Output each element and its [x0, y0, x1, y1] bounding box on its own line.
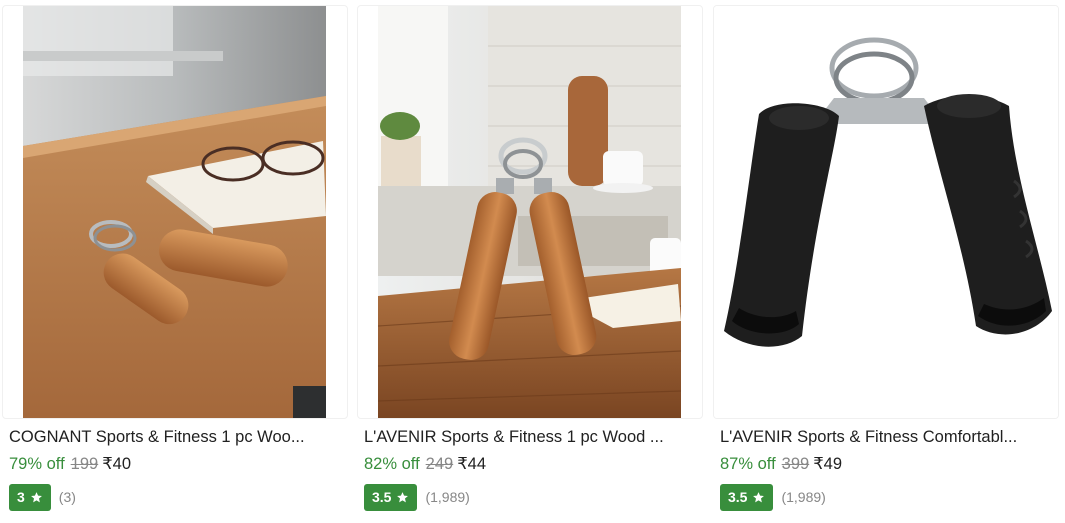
- selling-price: ₹44: [457, 455, 487, 473]
- wooden-hand-gripper-standing-photo[interactable]: [378, 6, 681, 418]
- product-image-frame[interactable]: [357, 5, 703, 419]
- rating-count: (3): [58, 489, 76, 505]
- original-price: 399: [781, 455, 810, 473]
- discount-percent: 79% off: [9, 455, 65, 473]
- rating-value: 3.5: [728, 489, 748, 505]
- product-card[interactable]: L'AVENIR Sports & Fitness 1 pc Wood ... …: [357, 0, 703, 523]
- original-price: 199: [70, 455, 99, 473]
- rating-row: 3.5 (1,989): [720, 483, 826, 511]
- star-icon: [30, 491, 42, 502]
- product-title[interactable]: L'AVENIR Sports & Fitness Comfortabl...: [720, 427, 1050, 447]
- product-card[interactable]: L'AVENIR Sports & Fitness Comfortabl... …: [713, 0, 1059, 523]
- star-icon: [753, 491, 765, 502]
- selling-price: ₹49: [813, 455, 843, 473]
- product-grid: COGNANT Sports & Fitness 1 pc Woo... 79%…: [0, 0, 1065, 523]
- product-title[interactable]: COGNANT Sports & Fitness 1 pc Woo...: [9, 427, 339, 447]
- rating-count: (1,989): [425, 489, 470, 505]
- rating-badge: 3: [9, 483, 51, 511]
- rating-value: 3: [17, 489, 25, 505]
- rating-row: 3 (3): [9, 483, 76, 511]
- product-card[interactable]: COGNANT Sports & Fitness 1 pc Woo... 79%…: [2, 0, 348, 523]
- rating-badge: 3.5: [364, 483, 418, 511]
- discount-percent: 87% off: [720, 455, 776, 473]
- discount-percent: 82% off: [364, 455, 420, 473]
- star-icon: [397, 491, 409, 502]
- price-row: 87% off 399 ₹49: [720, 454, 842, 474]
- original-price: 249: [425, 455, 454, 473]
- product-image-frame[interactable]: [2, 5, 348, 419]
- wooden-hand-gripper-photo[interactable]: [23, 6, 326, 418]
- price-row: 79% off 199 ₹40: [9, 454, 131, 474]
- price-row: 82% off 249 ₹44: [364, 454, 486, 474]
- selling-price: ₹40: [102, 455, 132, 473]
- rating-value: 3.5: [372, 489, 392, 505]
- black-hand-gripper-photo[interactable]: [714, 6, 1058, 418]
- product-title[interactable]: L'AVENIR Sports & Fitness 1 pc Wood ...: [364, 427, 694, 447]
- rating-badge: 3.5: [720, 483, 774, 511]
- rating-count: (1,989): [781, 489, 826, 505]
- product-image-frame[interactable]: [713, 5, 1059, 419]
- rating-row: 3.5 (1,989): [364, 483, 470, 511]
